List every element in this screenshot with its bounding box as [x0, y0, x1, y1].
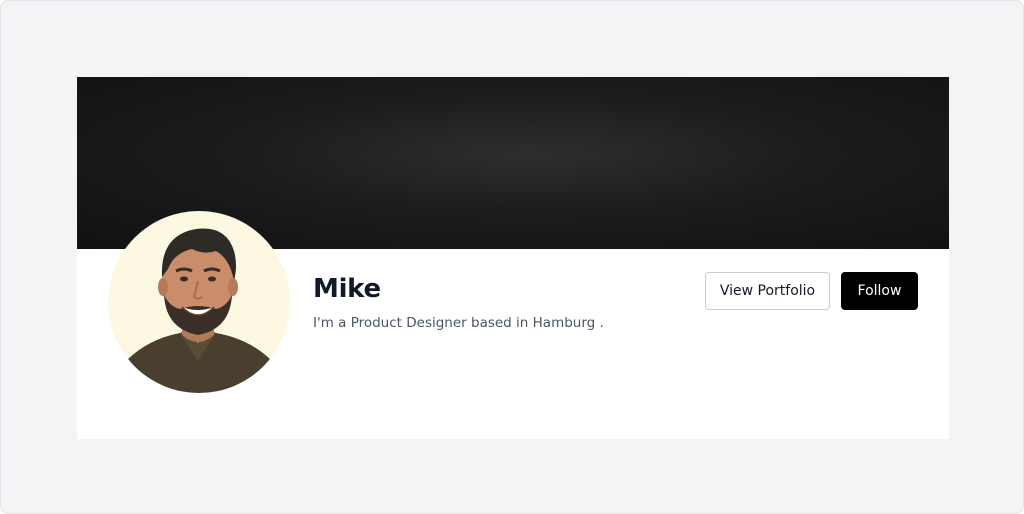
- page-frame: Mike I'm a Product Designer based in Ham…: [0, 0, 1024, 514]
- follow-button[interactable]: Follow: [841, 272, 918, 310]
- profile-name: Mike: [313, 274, 381, 304]
- avatar: [108, 211, 290, 393]
- avatar-photo: [118, 228, 280, 393]
- profile-card: Mike I'm a Product Designer based in Ham…: [77, 77, 949, 439]
- profile-bio: I'm a Product Designer based in Hamburg …: [313, 315, 604, 331]
- view-portfolio-button[interactable]: View Portfolio: [705, 272, 830, 310]
